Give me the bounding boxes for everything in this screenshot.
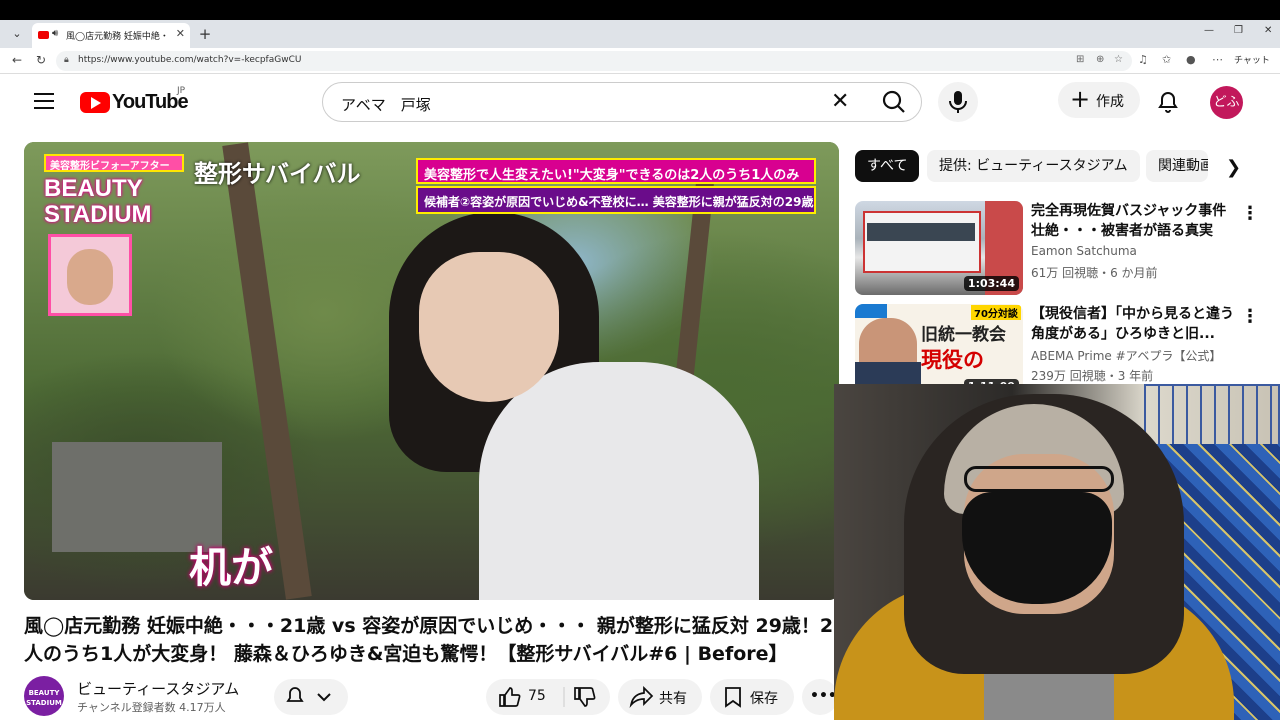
new-tab-icon[interactable]: + [196, 25, 214, 43]
bookmark-star-icon[interactable]: ☆ [1114, 54, 1123, 65]
person-body [479, 362, 759, 600]
show-overlay-label: 美容整形ビフォーアフター [44, 154, 184, 172]
back-icon[interactable]: ← [12, 53, 22, 67]
thumb-text: 現役の [921, 348, 984, 372]
top-banner: 美容整形で人生変えたい!"大変身"できるのは2人のうち1人のみ [416, 158, 816, 184]
chip-all[interactable]: すべて [855, 150, 920, 182]
recommended-channel[interactable]: ABEMA Prime #アベプラ【公式】 [1031, 347, 1221, 364]
lock-icon[interactable]: 🔒︎ [64, 55, 69, 65]
create-button[interactable]: + 作成 [1058, 82, 1140, 118]
thumb-badge: 70分対談 [971, 305, 1021, 320]
recommended-title[interactable]: 完全再現佐賀バスジャック事件 壮絶・・・被害者が語る真実 [1031, 201, 1241, 241]
person-face [419, 252, 559, 402]
subscribe-bell-button[interactable] [274, 679, 348, 715]
reload-icon[interactable]: ↻ [36, 53, 46, 67]
url-text[interactable]: https://www.youtube.com/watch?v=-kecpfaG… [78, 55, 301, 65]
more-vert-icon[interactable]: ⋮ [1241, 306, 1259, 327]
region-code: JP [177, 86, 186, 96]
dislike-icon [574, 687, 596, 707]
news-logo [855, 304, 887, 318]
video-caption: 机が [189, 543, 274, 592]
screen: ⌄ 🔊︎ 風◯店元勤務 妊娠中絶・・・21歳 ✕ + — ❐ ✕ ← ↻ 🔒︎ … [0, 0, 1280, 720]
search-button[interactable] [865, 83, 923, 121]
channel-avatar[interactable]: BEAUTY STADIUM [24, 676, 64, 716]
search-input[interactable]: アベマ 戸塚 [341, 94, 431, 115]
recommended-title[interactable]: 【現役信者】「中から見ると違う角度がある」ひろゆきと旧... [1031, 304, 1241, 344]
show-title-overlay: 整形サバイバル [194, 160, 361, 188]
recommended-meta: 239万 回視聴・3 年前 [1031, 369, 1154, 383]
recommended-video[interactable]: 1:03:44 完全再現佐賀バスジャック事件 壮絶・・・被害者が語る真実 Eam… [855, 201, 1265, 297]
account-avatar[interactable]: どふ [1210, 86, 1243, 119]
youtube-favicon-icon [38, 31, 49, 39]
video-duration: 1:03:44 [963, 276, 1019, 291]
minimize-icon[interactable]: — [1204, 25, 1214, 36]
bell-dropdown-icon [286, 687, 331, 702]
notifications-bell-icon[interactable] [1156, 90, 1180, 114]
like-dislike-group: 75 [486, 679, 610, 715]
create-label: 作成 [1096, 94, 1124, 110]
save-label: 保存 [750, 691, 778, 707]
video-thumbnail[interactable]: 1:03:44 [855, 201, 1023, 295]
chat-button[interactable]: チャット [1234, 53, 1270, 66]
youtube-masthead: YouTube JP アベマ 戸塚 ✕ + 作成 どふ [0, 74, 1280, 130]
more-menu-icon[interactable]: ⋯ [1212, 53, 1223, 66]
youtube-logo-icon[interactable] [80, 92, 110, 113]
like-icon[interactable] [486, 679, 610, 715]
more-vert-icon[interactable]: ⋮ [1241, 203, 1259, 224]
candidate-banner: 候補者②容姿が原因でいじめ&不登校に… 美容整形に親が猛反対の29歳 [416, 186, 816, 214]
favorites-icon[interactable]: ✩ [1162, 53, 1171, 66]
chip-related[interactable]: 関連動画 [1146, 150, 1208, 182]
browser-tab[interactable]: 🔊︎ 風◯店元勤務 妊娠中絶・・・21歳 ✕ [32, 23, 190, 48]
close-window-icon[interactable]: ✕ [1264, 25, 1272, 36]
like-count: 75 [528, 688, 546, 704]
chip-next-chevron-icon[interactable]: ❯ [1226, 157, 1241, 178]
address-bar: ← ↻ 🔒︎ https://www.youtube.com/watch?v=-… [0, 48, 1280, 74]
recommended-meta: 61万 回視聴・6 か月前 [1031, 266, 1158, 280]
clear-search-icon[interactable]: ✕ [831, 89, 849, 114]
close-tab-icon[interactable]: ✕ [176, 27, 185, 40]
plus-icon: + [1070, 85, 1091, 113]
webcam-overlay [834, 384, 1280, 720]
top-black-bar [0, 0, 1280, 20]
channel-name[interactable]: ビューティースタジアム [77, 678, 239, 699]
recommended-channel[interactable]: Eamon Satchuma [1031, 244, 1137, 258]
more-horizontal-icon: ••• [810, 688, 837, 704]
share-button[interactable]: 共有 [618, 679, 702, 715]
voice-search-button[interactable] [938, 82, 978, 122]
tab-strip: ⌄ 🔊︎ 風◯店元勤務 妊娠中絶・・・21歳 ✕ + — ❐ ✕ [0, 20, 1280, 48]
speaker-icon[interactable]: 🔊︎ [52, 28, 58, 39]
chip-channel[interactable]: 提供: ビューティースタジアム [927, 150, 1140, 182]
share-icon [629, 685, 654, 709]
search-icon [882, 90, 905, 113]
profile-icon[interactable]: ● [1186, 53, 1196, 66]
tab-list-dropdown-icon[interactable]: ⌄ [6, 24, 28, 44]
extension-icon[interactable]: ♫ [1138, 53, 1148, 66]
host-inset-image [48, 234, 132, 316]
guide-menu-icon[interactable] [34, 93, 54, 109]
share-label: 共有 [659, 691, 687, 707]
video-title: 風◯店元勤務 妊娠中絶・・・21歳 vs 容姿が原因でいじめ・・・ 親が整形に猛… [24, 615, 834, 665]
search-box[interactable]: アベマ 戸塚 ✕ [322, 82, 922, 122]
subscriber-count: チャンネル登録者数 4.17万人 [77, 701, 226, 714]
thumb-text: 旧統一教会 [921, 325, 1006, 345]
translate-icon[interactable]: ⊞ [1076, 54, 1084, 65]
glasses [964, 466, 1114, 492]
bus-image [863, 211, 981, 273]
more-actions-button[interactable]: ••• [802, 679, 838, 715]
restore-icon[interactable]: ❐ [1234, 25, 1243, 36]
zoom-icon[interactable]: ⊕ [1096, 54, 1104, 65]
beauty-stadium-logo: BEAUTY STADIUM [44, 175, 152, 228]
video-player[interactable]: 美容整形ビフォーアフター BEAUTY STADIUM 整形サバイバル 美容整形… [24, 142, 839, 600]
save-button[interactable]: 保存 [710, 679, 794, 715]
tab-title: 風◯店元勤務 妊娠中絶・・・21歳 [66, 32, 172, 42]
omnibox[interactable]: 🔒︎ https://www.youtube.com/watch?v=-kecp… [56, 51, 1132, 71]
save-icon [725, 687, 741, 708]
microphone-icon [949, 91, 967, 113]
